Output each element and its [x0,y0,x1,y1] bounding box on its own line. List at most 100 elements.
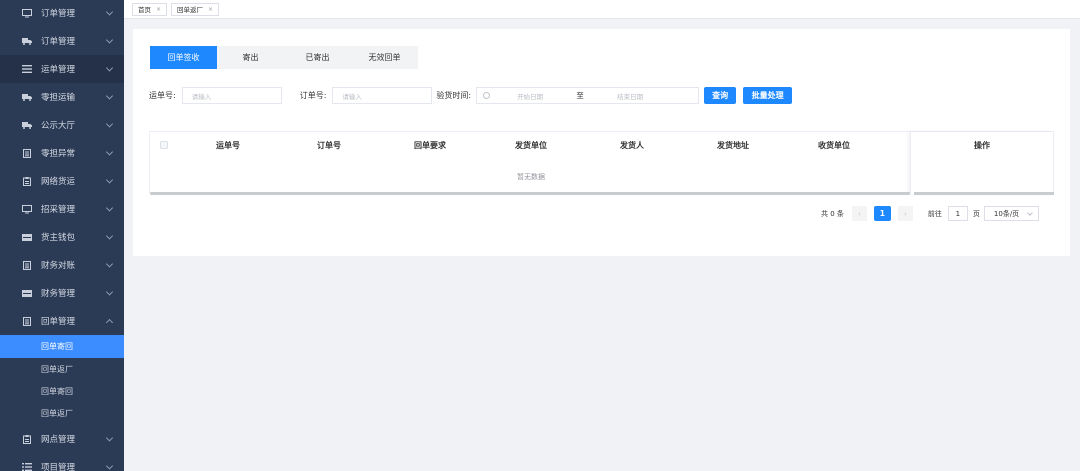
chevron-down-icon [105,204,114,212]
tab-sent[interactable]: 已寄出 [284,46,351,69]
chevron-down-icon [105,434,114,442]
sidebar-item-label: 财务对账 [41,261,76,271]
wallet-icon [22,233,32,242]
sidebar-item-project-management[interactable]: 项目管理 [0,453,124,471]
sidebar-item-label: 订单管理 [41,9,76,19]
list-icon [22,65,32,74]
sidebar-item-finance-reconcile[interactable]: 财务对账 [0,251,124,279]
column-header: 运单号 [216,141,240,150]
sidebar-item-order-management[interactable]: 订单管理 [0,0,124,27]
pagination: 共 0 条 ‹ 1 › 前往 1 页 10条/页 [821,206,1039,221]
date-separator: 至 [576,91,584,100]
tab-receipt-signed[interactable]: 回单签收 [150,46,217,69]
horizontal-scrollbar[interactable] [150,192,910,195]
sidebar-subitem-label: 回单返厂 [41,409,73,418]
query-button[interactable]: 查询 [704,87,737,104]
filter-bar: 运单号: 请输入 订单号: 请输入 验货时间: 开始日期 至 结束日期 查询 批… [149,87,793,104]
order-label: 订单号: [299,91,327,100]
sidebar-subitem-receipt-return[interactable]: 回单寄回 [0,335,124,358]
tag-home[interactable]: 首页 × [132,2,168,16]
sidebar-item-network-freight[interactable]: 网络货运 [0,167,124,195]
sidebar-item-public-hall[interactable]: 公示大厅 [0,111,124,139]
chevron-down-icon [105,148,114,156]
chevron-up-icon [105,318,114,327]
date-range-picker[interactable]: 开始日期 至 结束日期 [476,87,700,104]
chevron-down-icon [105,232,114,240]
clipboard-icon [22,176,32,186]
select-all-checkbox[interactable] [160,141,168,149]
document-icon [22,148,32,158]
wallet-icon [22,289,32,298]
chevron-down-icon [105,260,114,268]
page-size-select[interactable]: 10条/页 [983,206,1039,221]
column-header-action: 操作 [974,141,990,150]
sidebar-subitem-label: 回单寄回 [41,342,73,351]
column-header: 发货地址 [717,141,749,150]
sidebar-item-order-management-2[interactable]: 订单管理 [0,27,124,55]
date-end: 结束日期 [617,92,644,101]
sidebar-item-waybill-management[interactable]: 运单管理 [0,55,124,83]
prev-page-button[interactable]: ‹ [851,206,867,221]
sidebar: 订单管理 订单管理 运单管理 零担运输 公示大厅 零担异常 网络货运 招采管理 [0,0,124,471]
order-input[interactable]: 请输入 [332,87,433,104]
sidebar-item-label: 财务管理 [41,289,76,299]
sidebar-item-label: 零担运输 [41,93,76,103]
sidebar-item-label: 网络货运 [41,177,76,187]
chevron-down-icon [105,462,114,470]
goto-label: 前往 [927,209,942,218]
sidebar-item-label: 回单管理 [41,317,76,327]
sidebar-subitem-receipt-factory-2[interactable]: 回单返厂 [0,402,124,425]
batch-process-button[interactable]: 批量处理 [743,87,793,104]
sidebar-item-label: 货主钱包 [41,233,76,243]
chevron-down-icon [105,176,114,184]
pagination-total: 共 0 条 [821,209,844,218]
column-header: 发货人 [620,141,644,150]
chevron-down-icon [105,8,114,16]
sidebar-subitem-receipt-factory[interactable]: 回单返厂 [0,358,124,381]
monitor-icon [22,8,32,18]
tab-send[interactable]: 寄出 [217,46,284,69]
tag-label: 首页 [138,6,151,14]
page-unit-label: 页 [972,209,980,218]
tab-invalid-receipt[interactable]: 无效回单 [351,46,418,69]
goto-page-input[interactable]: 1 [947,206,968,221]
column-header: 收货单位 [818,141,850,150]
date-start: 开始日期 [517,92,544,101]
sidebar-item-shipper-wallet[interactable]: 货主钱包 [0,223,124,251]
page-size-value: 10条/页 [993,209,1020,218]
sidebar-item-ltl-transport[interactable]: 零担运输 [0,83,124,111]
monitor-icon [22,204,32,214]
truck-icon [22,93,32,102]
data-table: 运单号 订单号 回单要求 发货单位 发货人 发货地址 收货单位 操作 暂无数据 [149,131,1054,195]
truck-icon [22,37,32,46]
close-icon[interactable]: × [156,6,161,13]
page-number-active[interactable]: 1 [873,206,891,221]
document-icon [22,260,32,270]
sidebar-item-finance-management[interactable]: 财务管理 [0,279,124,307]
waybill-input[interactable]: 请输入 [181,87,282,104]
close-icon[interactable]: × [208,6,213,13]
empty-text: 暂无数据 [517,173,545,181]
main-panel: 回单签收 寄出 已寄出 无效回单 运单号: 请输入 订单号: 请输入 验货时间:… [133,29,1070,256]
sidebar-item-label: 订单管理 [41,37,76,47]
chevron-down-icon [105,92,114,100]
chevron-down-icon [105,288,114,296]
sidebar-item-ltl-exception[interactable]: 零担异常 [0,139,124,167]
sidebar-item-receipt-management[interactable]: 回单管理 [0,307,124,335]
sidebar-item-label: 招采管理 [41,205,76,215]
list-icon [22,463,32,471]
tag-receipt-factory[interactable]: 回单返厂 × [171,2,220,16]
column-header: 订单号 [317,141,341,150]
tag-label: 回单返厂 [177,6,204,14]
chevron-down-icon [105,120,114,128]
action-column: 操作 [910,132,1053,194]
status-tabs: 回单签收 寄出 已寄出 无效回单 [150,46,418,69]
chevron-down-icon [105,36,114,44]
sidebar-item-label: 网点管理 [41,435,76,445]
sidebar-subitem-receipt-return-2[interactable]: 回单寄回 [0,380,124,403]
sidebar-subitem-label: 回单寄回 [41,387,73,396]
sidebar-item-outlet-management[interactable]: 网点管理 [0,425,124,453]
sidebar-item-procurement[interactable]: 招采管理 [0,195,124,223]
next-page-button[interactable]: › [897,206,913,221]
sidebar-item-label: 零担异常 [41,149,76,159]
